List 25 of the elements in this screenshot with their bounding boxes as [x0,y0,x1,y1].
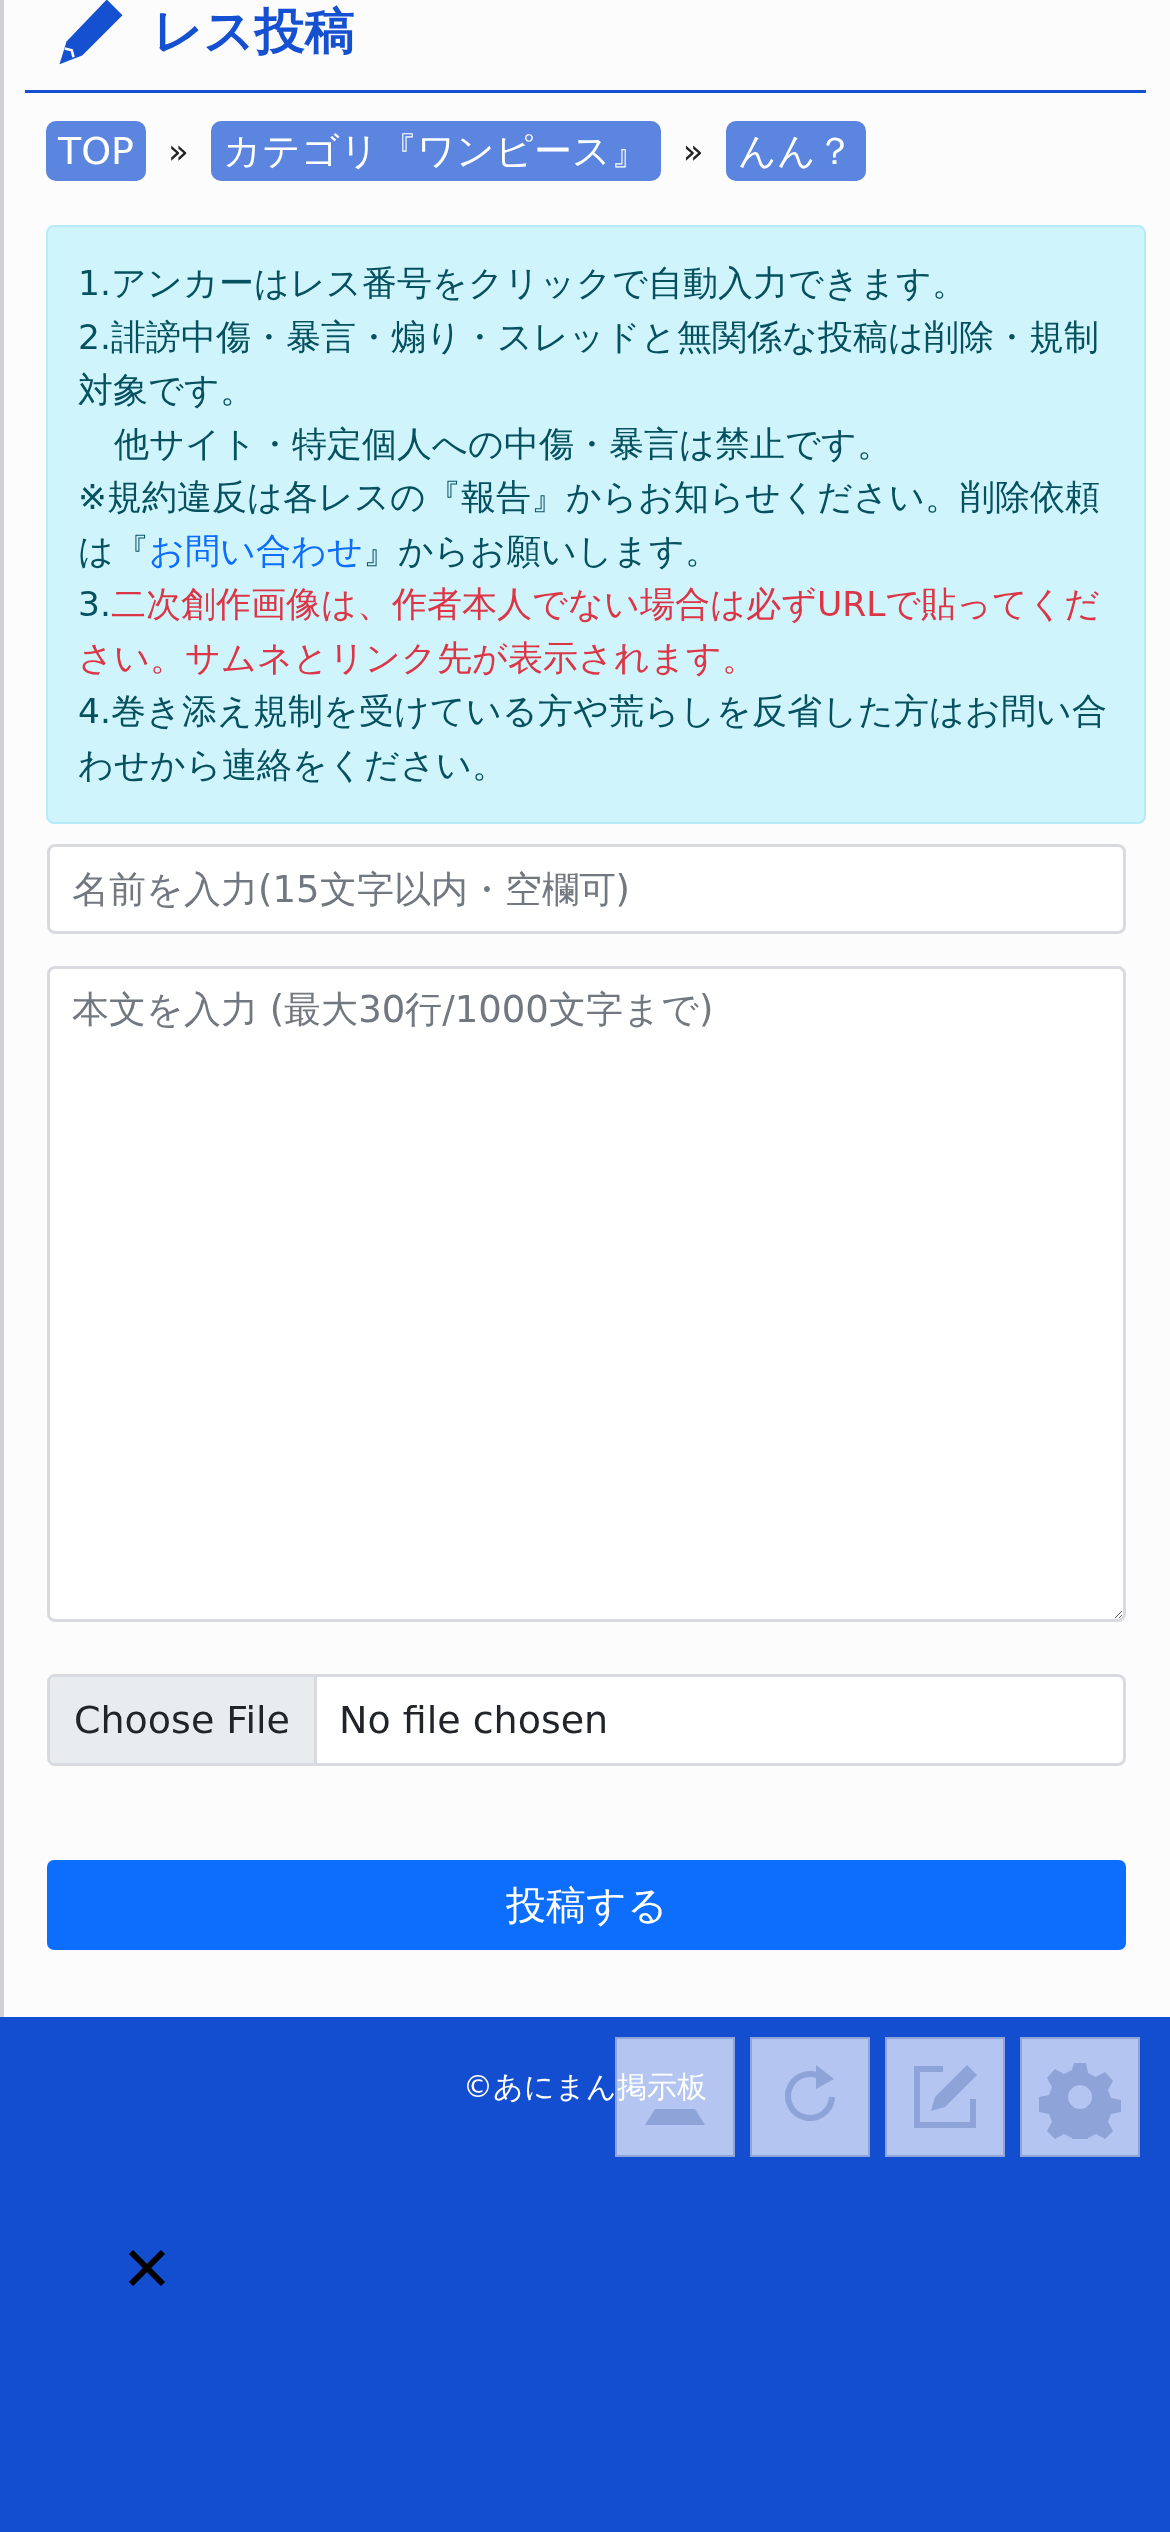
close-icon[interactable] [127,2248,167,2288]
file-status: No file chosen [337,1697,609,1744]
contact-link[interactable]: お問い合わせ [149,530,363,571]
notice-text: 2.誹謗中傷・暴言・煽り・スレッドと無関係な投稿は削除・規制対象です。 [78,315,1100,412]
breadcrumb-link[interactable]: TOP [46,121,147,181]
name-field[interactable]: 名前を入力(15文字以内・空欄可) [47,844,1126,934]
breadcrumb-separator: » [168,131,189,171]
file-field[interactable]: Choose File No file chosen [47,1674,1126,1766]
reload-button[interactable] [750,2037,870,2157]
message-field[interactable]: 本文を入力 (最大30行/1000文字まで) [47,966,1126,1622]
notice-text: 他サイト・特定個人への中傷・暴言は禁止です。 [113,422,893,466]
breadcrumb-link[interactable]: んん？ [725,121,866,181]
notice-text: 3.二次創作画像は、作者本人でない場合は必ずURLで貼ってください。サムネとリンク先が表示されます。 [78,583,1102,680]
triangle-icon [645,2109,705,2125]
copyright-text: ©あにまん掲示板 [463,2068,707,2106]
breadcrumb-link[interactable]: カテゴリ『ワンピース』 [210,121,661,181]
edit-button[interactable] [885,2037,1005,2157]
choose-file-button[interactable]: Choose File [50,1677,317,1763]
page-title: レス投稿 [153,1,355,61]
settings-button[interactable] [1020,2037,1140,2157]
notice-text: 4.巻き添え規制を受けている方や荒らしを反省した方はお問い合わせから連絡をください。 [78,690,1108,787]
notice-text: ※規約違反は各レスの『報告』からお知らせください。削除依頼は『お問い合わせ』からお願いします。 [78,476,1101,573]
breadcrumb-separator: » [682,131,704,171]
submit-button[interactable]: 投稿する [47,1860,1126,1950]
notice-text: 1.アンカーはレス番号をクリックで自動入力できます。 [78,262,968,305]
